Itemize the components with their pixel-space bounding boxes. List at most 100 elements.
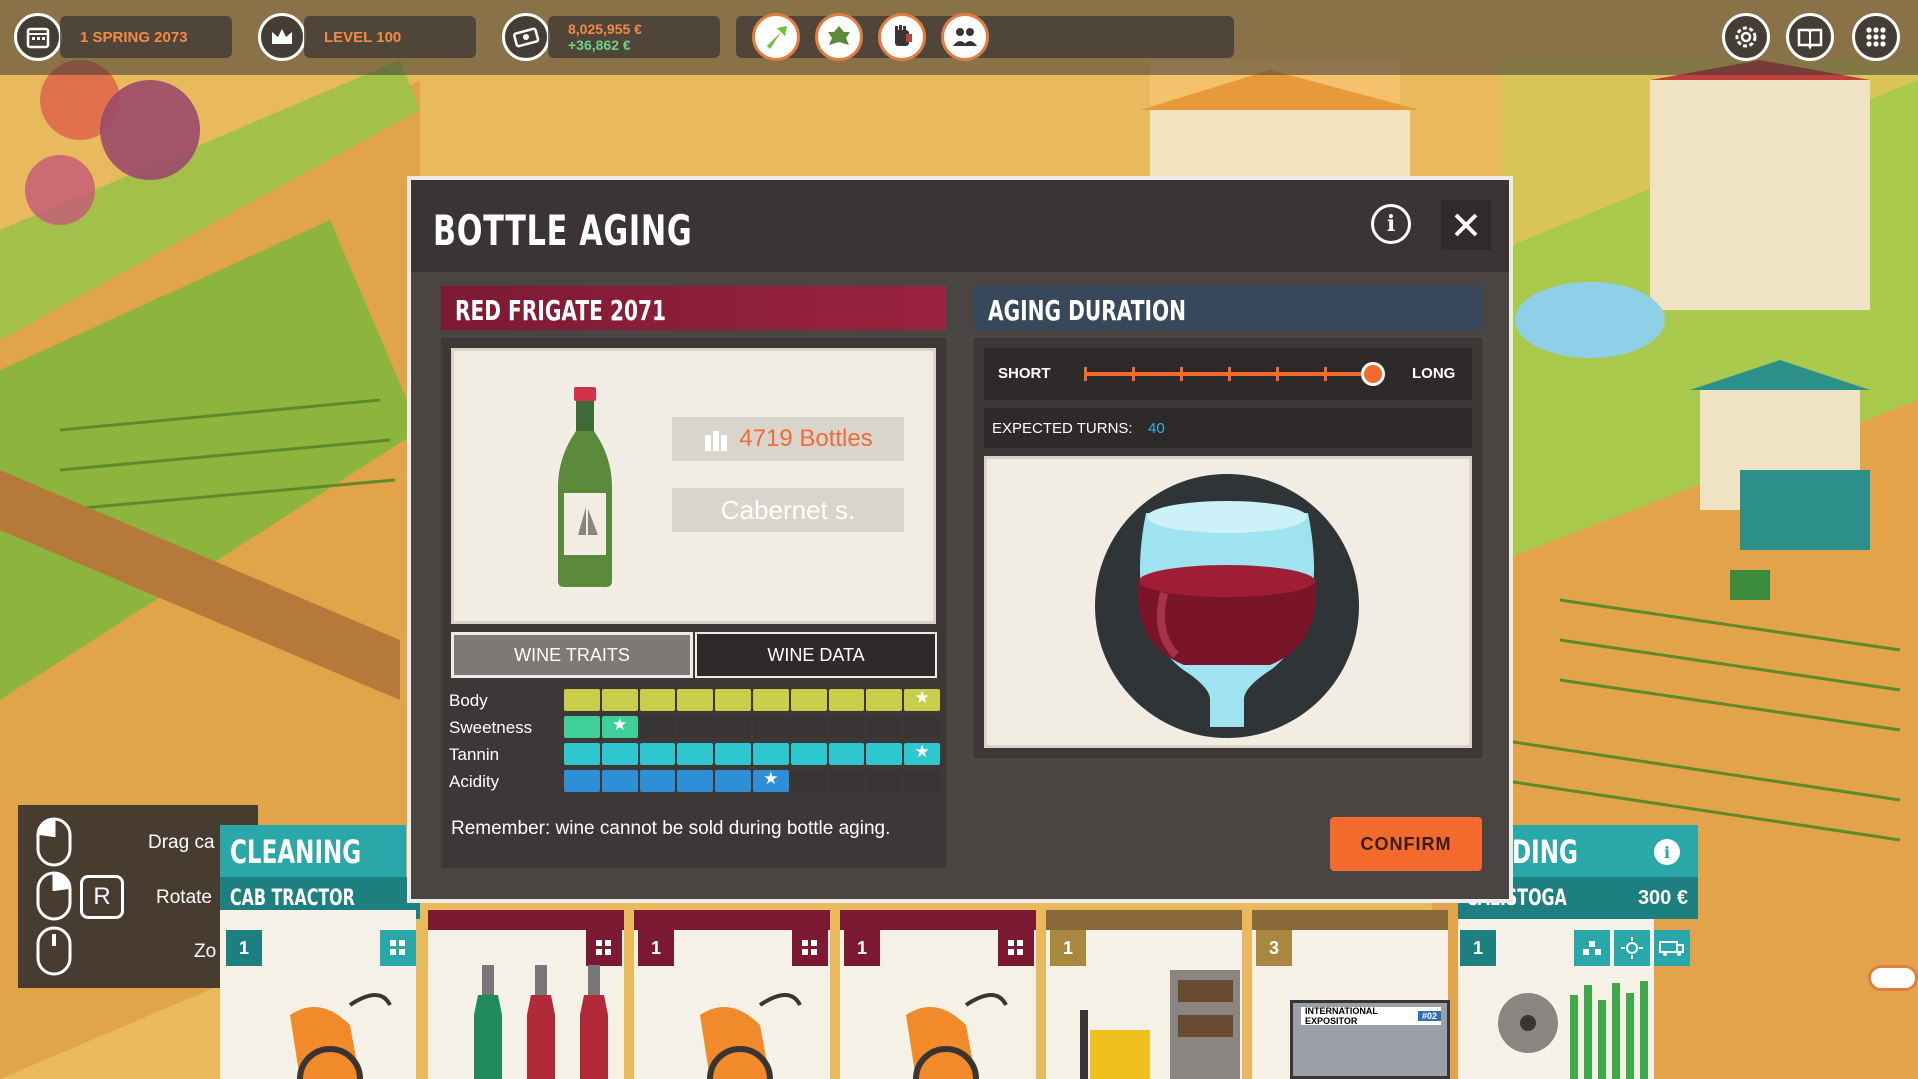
mouse-wheel-icon <box>36 926 72 976</box>
trait-row-sweetness: Sweetness <box>449 715 944 738</box>
forklift-shelf-illustration <box>1080 970 1240 1079</box>
encyclopedia-button[interactable] <box>1786 13 1834 61</box>
count-text: 1 <box>238 937 249 958</box>
bottles-icon <box>705 431 728 451</box>
trait-bar <box>564 688 940 711</box>
calistoga-truck-button[interactable] <box>1654 930 1690 966</box>
bottle-card: 4719 Bottles Cabernet s. <box>451 348 936 624</box>
money-text: 8,025,955 € <box>568 21 642 37</box>
cleaning-tractor-illustration <box>290 993 392 1079</box>
expected-turns-value: 40 <box>1148 420 1165 437</box>
truck-icon <box>1659 941 1684 956</box>
money-pill: 8,025,955 € +36,862 € <box>548 16 720 58</box>
wine-bottle-illustration <box>558 387 612 587</box>
grid-small-icon <box>1008 940 1023 955</box>
bottles-grid-button[interactable] <box>586 930 622 966</box>
notification-button[interactable] <box>1868 965 1918 991</box>
slider-tick <box>1132 367 1135 381</box>
expositor-sign: INTERNATIONAL EXPOSITOR #02 <box>1301 1006 1441 1026</box>
barrel-grid-button[interactable] <box>998 930 1034 966</box>
expositor-label: INTERNATIONAL EXPOSITOR <box>1305 1006 1378 1026</box>
aging-duration-slider[interactable] <box>1084 362 1385 386</box>
trait-segment <box>866 770 903 792</box>
cleaning-grid-button[interactable] <box>380 930 416 966</box>
tank-grid-button[interactable] <box>792 930 828 966</box>
info-button[interactable]: i <box>1371 204 1411 244</box>
dialog-title: BOTTLE AGING <box>433 206 693 255</box>
trait-segment <box>639 689 676 711</box>
crown-icon <box>272 29 292 44</box>
mouse-right-icon <box>36 871 72 921</box>
growth-achievement-button[interactable] <box>752 13 800 61</box>
trait-segment <box>866 743 903 765</box>
trait-segment <box>866 716 903 738</box>
close-button[interactable] <box>1441 200 1491 250</box>
count-text: 3 <box>1268 937 1279 958</box>
trait-row-body: Body <box>449 688 944 711</box>
mouse-left-icon <box>36 817 72 867</box>
aging-glass-card <box>984 456 1472 748</box>
trait-label: Acidity <box>449 772 500 791</box>
book-icon <box>1797 28 1823 50</box>
slider-short-label: SHORT <box>998 365 1051 382</box>
tab-wine-traits[interactable]: WINE TRAITS <box>451 632 693 678</box>
grid-icon <box>1866 27 1886 47</box>
fiberglass-tank-illustration <box>700 993 802 1079</box>
slider-tick <box>1180 367 1183 381</box>
people-achievement-button[interactable] <box>941 13 989 61</box>
grape-variety-text: Cabernet s. <box>720 494 856 525</box>
trait-label: Body <box>449 691 488 710</box>
grid-small-icon <box>390 940 405 955</box>
count-text: 1 <box>1472 937 1483 958</box>
trait-segment <box>790 743 827 765</box>
trading-info-button[interactable]: i <box>1654 839 1680 865</box>
slider-thumb[interactable] <box>1361 362 1385 386</box>
confirm-button[interactable]: CONFIRM <box>1330 817 1482 871</box>
calendar-button[interactable] <box>14 13 62 61</box>
hand-achievement-button[interactable] <box>878 13 926 61</box>
slider-tick <box>1084 367 1087 381</box>
arrow-up-icon <box>767 26 787 49</box>
trait-label: Sweetness <box>449 718 533 737</box>
trait-segment <box>715 770 751 792</box>
trait-segment <box>639 716 676 738</box>
warehouse-count-badge: 3 <box>1256 930 1292 966</box>
confirm-label: CONFIRM <box>1360 833 1452 854</box>
tab-wine-data[interactable]: WINE DATA <box>695 632 937 678</box>
cleaning-item-name: CAB TRACTOR <box>230 886 355 911</box>
aging-duration-banner: AGING DURATION <box>974 286 1482 330</box>
slider-tick <box>1324 367 1327 381</box>
info-icon: i <box>1386 211 1396 237</box>
card-header-strip <box>634 910 830 930</box>
trait-segment <box>677 743 714 765</box>
expected-turns-label: EXPECTED TURNS: <box>992 420 1133 437</box>
barrel-count-badge: 1 <box>844 930 880 966</box>
trait-segment <box>715 716 751 738</box>
warehouse-upgrade-count-badge: 1 <box>1050 930 1086 966</box>
trait-row-acidity: Acidity <box>449 769 944 792</box>
people-icon <box>953 28 977 46</box>
expected-turns-box: EXPECTED TURNS: 40 <box>984 408 1472 448</box>
calistoga-layout-button[interactable] <box>1574 930 1610 966</box>
settings-button[interactable] <box>1722 13 1770 61</box>
trait-segment <box>677 770 714 792</box>
count-text: 1 <box>1062 937 1073 958</box>
trait-segment <box>639 770 676 792</box>
close-icon <box>1454 213 1478 237</box>
trait-label: Tannin <box>449 745 500 764</box>
trait-segment <box>564 743 600 765</box>
international-expositor-illustration: INTERNATIONAL EXPOSITOR #02 <box>1290 1000 1450 1079</box>
leaf-achievement-button[interactable] <box>815 13 863 61</box>
card-header-strip <box>840 910 1036 930</box>
level-button[interactable] <box>258 13 306 61</box>
aging-slider-box: SHORT LONG <box>984 348 1472 400</box>
trait-segment <box>601 743 638 765</box>
trait-segment <box>601 689 638 711</box>
calistoga-weather-button[interactable] <box>1614 930 1650 966</box>
tab-label: WINE DATA <box>767 644 865 665</box>
calistoga-vineyard-illustration <box>1498 981 1648 1079</box>
menu-grid-button[interactable] <box>1852 13 1900 61</box>
wine-glass-icon <box>1095 474 1359 738</box>
count-text: 1 <box>650 937 661 958</box>
finance-button[interactable] <box>502 13 550 61</box>
